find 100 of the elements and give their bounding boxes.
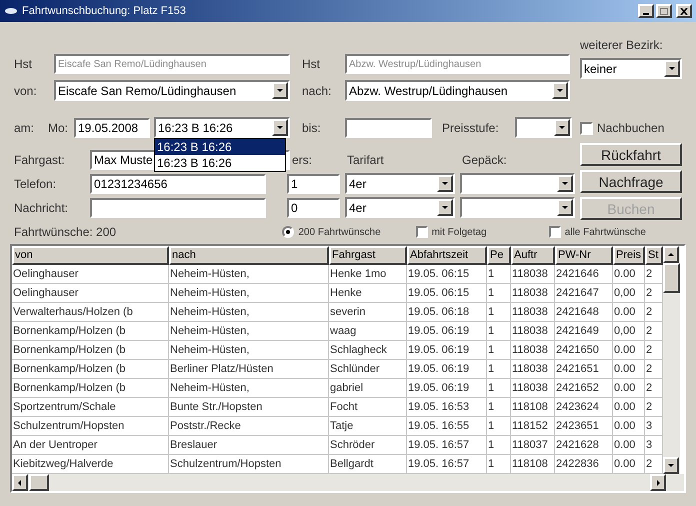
field-label: Tarifart — [347, 152, 385, 169]
option-label: mit Folgetag — [432, 226, 487, 240]
dropdown-option[interactable]: 16:23 B 16:26 — [155, 155, 285, 171]
scroll-right-button[interactable] — [650, 474, 666, 491]
dropdown-arrow-button[interactable] — [272, 119, 288, 136]
checkbox[interactable] — [580, 122, 593, 134]
minimize-button[interactable] — [638, 4, 654, 18]
table-cell: 118037 — [511, 436, 555, 455]
table-cell: 0,00 — [613, 322, 645, 341]
column-header[interactable]: nach — [169, 246, 329, 265]
table-cell: Neheim-Hüsten, — [169, 265, 329, 284]
dropdown-field[interactable]: 4er — [345, 197, 455, 218]
table-cell: 0.00 — [613, 379, 645, 398]
table-cell: 19.05. 16:57 — [407, 436, 487, 455]
table-cell: 19.05. 06:15 — [407, 265, 487, 284]
table-cell: 0.00 — [613, 265, 645, 284]
table-cell: 118038 — [511, 322, 555, 341]
vertical-scrollbar[interactable] — [663, 246, 680, 474]
table-cell: 118038 — [511, 265, 555, 284]
table-cell: 2421648 — [555, 303, 613, 322]
table-cell: 19.05. 16:55 — [407, 417, 487, 436]
column-header[interactable]: Preis — [613, 246, 645, 265]
table-cell: 1 — [487, 436, 511, 455]
dropdown-field[interactable] — [460, 173, 575, 194]
action-button[interactable]: Rückfahrt — [580, 143, 682, 166]
scroll-left-button[interactable] — [12, 474, 28, 491]
table-cell: 118152 — [511, 417, 555, 436]
maximize-button[interactable] — [656, 4, 672, 18]
field-label: Mo: — [48, 120, 70, 136]
table-cell: 1 — [487, 398, 511, 417]
field-label: Telefon: — [14, 176, 58, 192]
input-field[interactable] — [345, 118, 432, 138]
dropdown-field[interactable] — [460, 197, 575, 218]
checkbox[interactable] — [416, 226, 428, 238]
window-icon — [4, 6, 18, 16]
dropdown-option[interactable]: 16:23 B 16:26 — [155, 139, 285, 155]
field-label: am: — [14, 120, 36, 136]
table-cell: 1 — [487, 284, 511, 303]
dropdown-arrow-button[interactable] — [437, 175, 453, 192]
checkbox-label: Nachbuchen — [597, 120, 664, 137]
field-label: Gepäck: — [462, 152, 508, 169]
scroll-thumb[interactable] — [663, 263, 680, 293]
scroll-down-button[interactable] — [663, 457, 679, 474]
window-title: Fahrtwunschbuchung: Platz F153 — [22, 4, 186, 19]
maximize-icon — [660, 8, 668, 14]
action-button[interactable]: Nachfrage — [580, 170, 682, 193]
table-cell: 118038 — [511, 341, 555, 360]
checkbox[interactable] — [548, 226, 561, 238]
table-cell: 19.05. 06:19 — [407, 379, 487, 398]
column-header[interactable]: Abfahrtszeit — [407, 246, 487, 265]
dropdown-field[interactable]: Abzw. Westrup/Lüdinghausen — [345, 80, 570, 101]
column-header[interactable]: Pe — [487, 246, 511, 265]
field-label: Preisstufe: — [442, 120, 500, 136]
horizontal-scrollbar[interactable] — [12, 474, 684, 491]
table-cell: 1 — [487, 265, 511, 284]
dropdown-field[interactable]: keiner — [580, 58, 682, 79]
dropdown-field[interactable] — [515, 117, 572, 138]
dropdown-arrow-button[interactable] — [557, 175, 573, 192]
close-button[interactable] — [676, 4, 692, 18]
input-field[interactable]: 0 — [287, 198, 340, 218]
table-cell: 0.00 — [613, 436, 645, 455]
column-header[interactable]: Auftr — [511, 246, 555, 265]
table-cell: 2423624 — [555, 398, 613, 417]
dropdown-arrow-button[interactable] — [272, 82, 288, 99]
table-cell: 19.05. 06:19 — [407, 360, 487, 379]
input-field[interactable] — [90, 198, 266, 218]
column-header[interactable]: von — [12, 246, 169, 265]
option-label: alle Fahrtwünsche — [564, 226, 646, 240]
dropdown-arrow-button[interactable] — [552, 82, 568, 99]
table-cell: Bunte Str./Hopsten — [169, 398, 329, 417]
dropdown-field[interactable]: 16:23 B 16:26 — [154, 117, 290, 138]
dropdown-arrow-button[interactable] — [664, 60, 680, 77]
dropdown-arrow-button[interactable] — [557, 199, 573, 216]
table-cell: Bornenkamp/Holzen (b — [12, 322, 169, 341]
input-field[interactable]: 01231234656 — [90, 174, 266, 194]
column-header[interactable]: St — [645, 246, 663, 265]
scroll-up-button[interactable] — [663, 246, 679, 263]
table-cell: 118108 — [511, 398, 555, 417]
table-cell: 19.05. 06:19 — [407, 322, 487, 341]
input-field[interactable]: 19.05.2008 — [74, 118, 150, 138]
scroll-thumb[interactable] — [29, 474, 49, 491]
count-label: Fahrtwünsche: 200 — [14, 224, 118, 241]
table-cell: 19.05. 16:53 — [407, 398, 487, 417]
table-cell: Breslauer — [169, 436, 329, 455]
radio-button[interactable] — [282, 226, 294, 238]
table-cell: Bornenkamp/Holzen (b — [12, 360, 169, 379]
column-header[interactable]: PW-Nr — [555, 246, 613, 265]
field-label: nach: — [302, 82, 332, 100]
dropdown-field[interactable]: 4er — [345, 173, 455, 194]
table-cell: gabriel — [329, 379, 407, 398]
table-cell: 1 — [487, 322, 511, 341]
table-cell: Poststr./Recke — [169, 417, 329, 436]
column-header[interactable]: Fahrgast — [329, 246, 407, 265]
dropdown-field[interactable]: Eiscafe San Remo/Lüdinghausen — [54, 80, 290, 101]
table-cell: Neheim-Hüsten, — [169, 303, 329, 322]
input-field[interactable]: 1 — [287, 174, 340, 194]
table-cell: 2423651 — [555, 417, 613, 436]
dropdown-arrow-button[interactable] — [554, 119, 570, 136]
minimize-icon — [643, 13, 649, 15]
dropdown-arrow-button[interactable] — [437, 199, 453, 216]
